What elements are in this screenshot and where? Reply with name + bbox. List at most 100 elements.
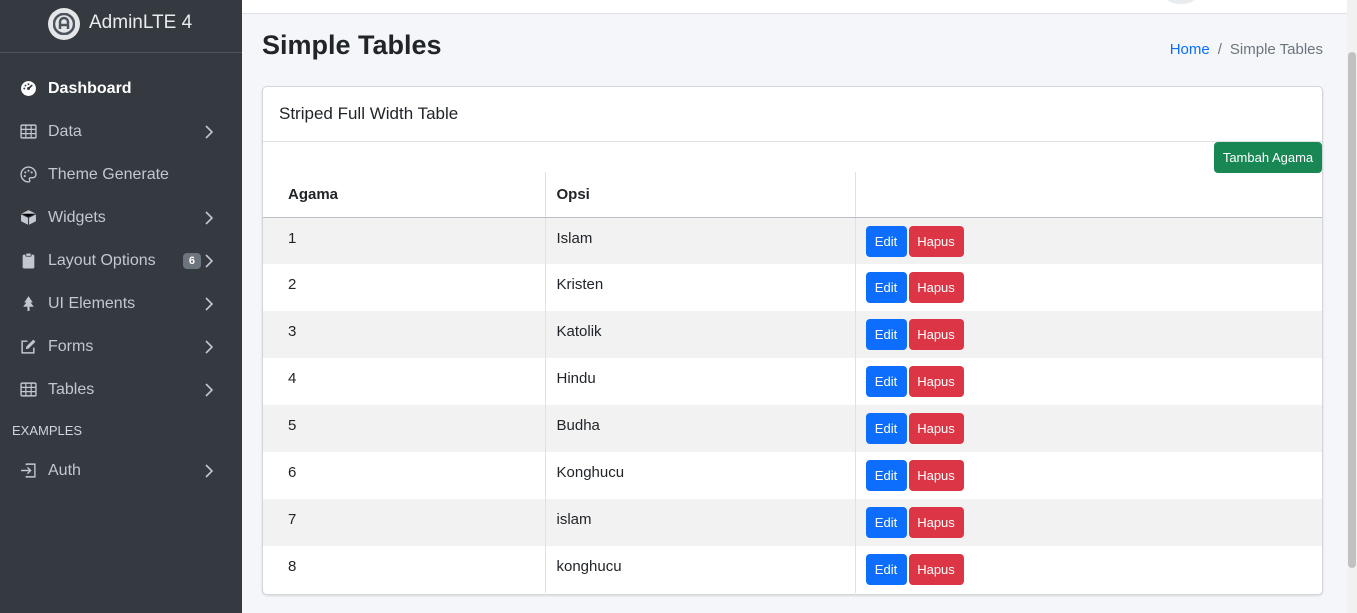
sidebar-item-label: Dashboard xyxy=(48,79,132,97)
chevron-right-icon xyxy=(205,382,214,397)
brand-logo-icon xyxy=(48,8,80,40)
pencil-square-icon xyxy=(19,338,37,356)
box-arrow-in-right-icon xyxy=(19,462,37,480)
chevron-right-icon xyxy=(205,124,214,139)
card-title: Striped Full Width Table xyxy=(263,87,1322,142)
row-actions: Edit Hapus xyxy=(855,499,1322,546)
edit-button[interactable]: Edit xyxy=(865,460,907,491)
breadcrumb-separator: / xyxy=(1217,41,1222,58)
sidebar-section-header: EXAMPLES xyxy=(12,423,83,438)
row-agama-name: islam xyxy=(545,499,856,546)
delete-button[interactable]: Hapus xyxy=(908,460,964,491)
delete-button[interactable]: Hapus xyxy=(908,554,964,585)
row-actions: Edit Hapus xyxy=(855,452,1322,499)
table-header-row: Agama Opsi xyxy=(263,172,1322,218)
edit-button[interactable]: Edit xyxy=(865,225,907,257)
table-row: 4 Hindu Edit Hapus xyxy=(263,358,1322,405)
table-row: 7 islam Edit Hapus xyxy=(263,499,1322,546)
sidebar-item-label: Widgets xyxy=(48,208,106,226)
row-number: 2 xyxy=(263,264,546,311)
row-agama-name: Islam xyxy=(545,217,856,264)
sidebar-item-dashboard[interactable]: Dashboard xyxy=(0,67,242,110)
brand-name: AdminLTE 4 xyxy=(89,12,193,33)
row-actions: Edit Hapus xyxy=(855,358,1322,405)
user-avatar[interactable] xyxy=(1166,0,1196,4)
sidebar-item-auth[interactable]: Auth xyxy=(0,449,242,492)
palette-icon xyxy=(19,166,37,184)
row-actions: Edit Hapus xyxy=(855,405,1322,452)
column-header-actions xyxy=(855,172,1322,218)
clipboard-icon xyxy=(19,252,37,270)
sidebar-item-widgets[interactable]: Widgets xyxy=(0,196,242,239)
chevron-right-icon xyxy=(205,210,214,225)
table-row: 3 Katolik Edit Hapus xyxy=(263,311,1322,358)
sidebar-item-label: Theme Generate xyxy=(48,165,169,183)
sidebar-item-data[interactable]: Data xyxy=(0,110,242,153)
delete-button[interactable]: Hapus xyxy=(908,366,964,397)
table-card: Striped Full Width Table Tambah Agama Ag… xyxy=(262,86,1323,595)
edit-button[interactable]: Edit xyxy=(865,366,907,397)
table-row: 6 Konghucu Edit Hapus xyxy=(263,452,1322,499)
add-agama-button[interactable]: Tambah Agama xyxy=(1214,142,1322,173)
edit-button[interactable]: Edit xyxy=(865,272,907,303)
box-icon xyxy=(19,209,37,227)
table-row: 5 Budha Edit Hapus xyxy=(263,405,1322,452)
row-number: 1 xyxy=(263,217,546,264)
page-title: Simple Tables xyxy=(262,30,442,60)
row-agama-name: Budha xyxy=(545,405,856,452)
tree-icon xyxy=(19,295,37,313)
row-actions: Edit Hapus xyxy=(855,264,1322,311)
row-actions: Edit Hapus xyxy=(855,546,1322,593)
column-header-agama: Agama xyxy=(263,172,546,218)
delete-button[interactable]: Hapus xyxy=(908,272,964,303)
row-agama-name: Hindu xyxy=(545,358,856,405)
sidebar-item-ui-elements[interactable]: UI Elements xyxy=(0,282,242,325)
row-number: 8 xyxy=(263,546,546,593)
row-agama-name: Kristen xyxy=(545,264,856,311)
agama-table: Agama Opsi 1 Islam Edit Hapus 2 Kristen E… xyxy=(263,172,1322,593)
table-row: 1 Islam Edit Hapus xyxy=(263,217,1322,264)
row-agama-name: Katolik xyxy=(545,311,856,358)
table-row: 8 konghucu Edit Hapus xyxy=(263,546,1322,593)
row-number: 6 xyxy=(263,452,546,499)
table-icon xyxy=(19,381,37,399)
sidebar-item-label: Forms xyxy=(48,337,94,355)
row-number: 7 xyxy=(263,499,546,546)
row-agama-name: konghucu xyxy=(545,546,856,593)
chevron-right-icon xyxy=(205,296,214,311)
row-agama-name: Konghucu xyxy=(545,452,856,499)
delete-button[interactable]: Hapus xyxy=(908,507,964,538)
breadcrumb-home-link[interactable]: Home xyxy=(1170,41,1210,58)
sidebar-item-label: UI Elements xyxy=(48,294,136,312)
scrollbar-thumb[interactable] xyxy=(1348,52,1356,568)
edit-button[interactable]: Edit xyxy=(865,319,907,350)
sidebar-item-label: Data xyxy=(48,122,82,140)
sidebar-item-label: Auth xyxy=(48,461,81,479)
sidebar-item-layout-options[interactable]: Layout Options 6 xyxy=(0,239,242,282)
brand-link[interactable]: AdminLTE 4 xyxy=(0,0,242,53)
edit-button[interactable]: Edit xyxy=(865,507,907,538)
page-scrollbar[interactable] xyxy=(1347,0,1357,613)
breadcrumb: Home / Simple Tables xyxy=(1170,41,1323,58)
row-number: 5 xyxy=(263,405,546,452)
sidebar-item-tables[interactable]: Tables xyxy=(0,368,242,411)
chevron-right-icon xyxy=(205,463,214,478)
chevron-right-icon xyxy=(205,339,214,354)
table-row: 2 Kristen Edit Hapus xyxy=(263,264,1322,311)
row-actions: Edit Hapus xyxy=(855,311,1322,358)
top-navbar xyxy=(242,0,1347,14)
delete-button[interactable]: Hapus xyxy=(908,319,964,350)
delete-button[interactable]: Hapus xyxy=(908,225,964,257)
edit-button[interactable]: Edit xyxy=(865,554,907,585)
sidebar-nav: Dashboard Data Theme Generate Widgets La… xyxy=(0,53,242,492)
speedometer-icon xyxy=(19,80,37,98)
delete-button[interactable]: Hapus xyxy=(908,413,964,444)
table-icon xyxy=(19,123,37,141)
sidebar-item-theme-generate[interactable]: Theme Generate xyxy=(0,153,242,196)
sidebar-item-forms[interactable]: Forms xyxy=(0,325,242,368)
row-number: 3 xyxy=(263,311,546,358)
sidebar: AdminLTE 4 Dashboard Data Theme Generate xyxy=(0,0,242,613)
chevron-right-icon xyxy=(205,253,214,268)
column-header-opsi: Opsi xyxy=(545,172,856,218)
edit-button[interactable]: Edit xyxy=(865,413,907,444)
